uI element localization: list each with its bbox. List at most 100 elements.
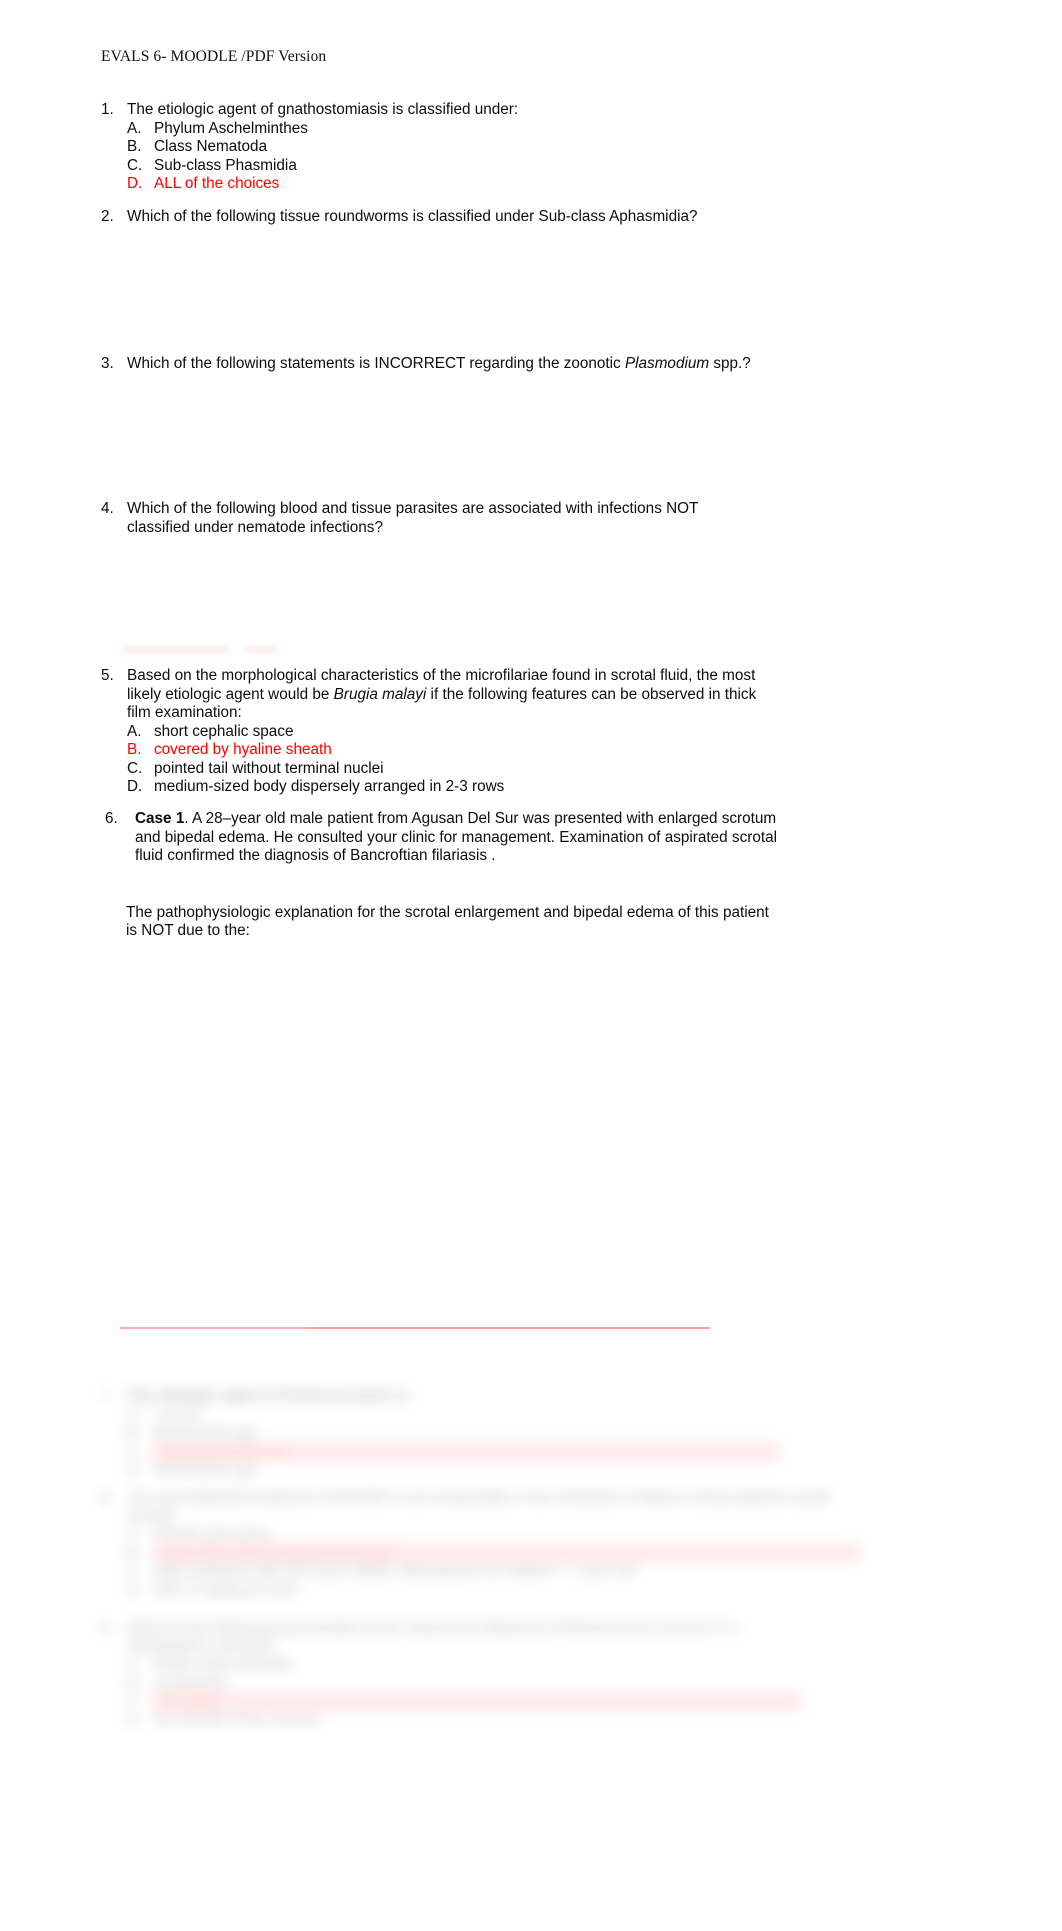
question-6-stem: 6. Case 1. A 28–year old male patient fr…	[105, 810, 785, 866]
question-5-choices: A. short cephalic space B. covered by hy…	[127, 723, 773, 797]
choice-text: doxycycline with a triple dose therapy	[154, 1543, 861, 1563]
question-3: 3. Which of the following statements is …	[101, 355, 1001, 374]
redacted-choice-item: A. lymph node aspirates	[127, 1655, 801, 1674]
choice-item[interactable]: A. short cephalic space	[127, 723, 773, 742]
choice-text: medium-sized body dispersely arranged in…	[154, 778, 505, 795]
question-4-stem: 4. Which of the following blood and tiss…	[101, 500, 731, 537]
choice-text: Loa loa	[154, 1406, 202, 1423]
redacted-region: 7. The etiologic agent of Onchocerciasis…	[0, 1300, 1062, 1931]
choice-text: Sub-class Phasmidia	[154, 156, 297, 174]
choice-text: skin snips	[154, 1692, 801, 1711]
question-3-stem: 3. Which of the following statements is …	[101, 355, 1001, 374]
choice-text: lymph node aspirates	[154, 1656, 293, 1673]
choice-text: ALL/NONE of the choices	[154, 1711, 321, 1728]
question-6-number: 6.	[105, 810, 118, 827]
choice-letter: A.	[127, 119, 142, 137]
choice-text: Mansonella spp.	[154, 1425, 261, 1442]
case-label: Case 1	[135, 810, 185, 827]
redacted-choice-item: C. daily treatment with 200 mg in adults…	[127, 1562, 861, 1581]
choice-item-correct[interactable]: D. ALL of the choices	[127, 175, 921, 194]
choice-letter: B.	[127, 138, 142, 155]
question-1-text: The etiologic agent of gnathostomiasis i…	[127, 101, 519, 118]
redacted-content: 7. The etiologic agent of Onchocerciasis…	[0, 1300, 1062, 1931]
redacted-question-9-stem: 9. Which of the following drug samples i…	[101, 1620, 801, 1655]
choice-letter: C.	[127, 1443, 142, 1460]
choice-text: ALL of the choices	[154, 175, 280, 192]
ghost-mark	[122, 647, 230, 652]
choice-text: scrotal fluid	[154, 1674, 228, 1691]
question-2: 2. Which of the following tissue roundwo…	[101, 208, 961, 227]
choice-letter: C.	[127, 1693, 142, 1710]
question-6-followup: The pathophysiologic explanation for the…	[126, 903, 769, 940]
choice-letter: B.	[127, 741, 142, 758]
choice-item-correct[interactable]: B. covered by hyaline sheath	[127, 741, 773, 760]
question-2-stem: 2. Which of the following tissue roundwo…	[101, 208, 961, 227]
question-1: 1. The etiologic agent of gnathostomiasi…	[101, 101, 921, 194]
choice-item[interactable]: C. Sub-class Phasmidia	[127, 157, 921, 176]
ghost-mark	[246, 647, 278, 652]
question-6: 6. Case 1. A 28–year old male patient fr…	[105, 810, 785, 941]
redacted-question-number: 8.	[101, 1490, 114, 1507]
question-3-text-part1: Which of the following statements is INC…	[127, 355, 625, 372]
choice-text: DEC 6 mg/kg per year	[154, 1581, 299, 1598]
redacted-choice-item-correct: C. skin snips	[127, 1692, 801, 1711]
redacted-choice-item: B. Mansonella spp.	[127, 1424, 781, 1443]
choice-text: pointed tail without terminal nuclei	[154, 759, 384, 777]
choice-letter: B.	[127, 1544, 141, 1561]
redacted-choice-item: A. Loa loa	[127, 1406, 781, 1425]
choice-letter: B.	[127, 1674, 141, 1691]
redacted-choice-item: D. Wuchereria spp.	[127, 1461, 781, 1480]
choice-item[interactable]: A. Phylum Aschelminthes	[127, 120, 921, 139]
choice-text: Wuchereria spp.	[154, 1462, 260, 1479]
redacted-choice-item: D. DEC 6 mg/kg per year	[127, 1581, 861, 1600]
choice-letter: A.	[127, 1526, 141, 1543]
choice-letter: A.	[127, 1406, 141, 1423]
choice-text: Phylum Aschelminthes	[154, 119, 308, 137]
choice-text: short cephalic space	[154, 722, 294, 740]
redacted-question-8-stem: 8. The anti-wolbachia treatment of EITHE…	[101, 1490, 861, 1525]
redacted-question-number: 7.	[101, 1388, 114, 1405]
choice-letter: D.	[127, 1711, 142, 1728]
redacted-choices: A. Loa loa B. Mansonella spp. C. Onchoce…	[127, 1406, 781, 1480]
redacted-choices: A. lymph node aspirates B. scrotal fluid…	[127, 1655, 801, 1729]
question-3-text: Which of the following statements is INC…	[127, 355, 1001, 374]
redacted-question-text: The anti-wolbachia treatment of EITHER a…	[127, 1490, 830, 1524]
choice-item[interactable]: B. Class Nematoda	[127, 138, 921, 157]
redacted-question-number: 9.	[101, 1620, 114, 1637]
redacted-choice-item: B. scrotal fluid	[127, 1674, 801, 1693]
choice-letter: D.	[127, 1581, 142, 1598]
question-1-stem: 1. The etiologic agent of gnathostomiasi…	[101, 101, 921, 120]
question-6-body: . A 28–year old male patient from Agusan…	[135, 810, 777, 864]
redacted-choice-item-correct: B. doxycycline with a triple dose therap…	[127, 1543, 861, 1563]
question-2-number: 2.	[101, 208, 114, 225]
question-4-number: 4.	[101, 500, 114, 517]
choice-item[interactable]: D. medium-sized body dispersely arranged…	[127, 778, 773, 797]
redacted-question-8: 8. The anti-wolbachia treatment of EITHE…	[101, 1490, 861, 1599]
redacted-question-text: The etiologic agent of Onchocerciasis is…	[127, 1388, 412, 1404]
question-3-text-italic: Plasmodium	[624, 355, 710, 372]
question-4: 4. Which of the following blood and tiss…	[101, 500, 731, 537]
redacted-choice-item: D. ALL/NONE of the choices	[127, 1711, 801, 1730]
question-5-number: 5.	[101, 667, 114, 684]
redacted-choices: A. Double dose drug B. doxycycline with …	[127, 1525, 861, 1599]
redaction-rule	[120, 1327, 710, 1329]
choice-item[interactable]: C. pointed tail without terminal nuclei	[127, 760, 773, 779]
redaction-rule	[310, 1327, 710, 1329]
redacted-question-7-stem: 7. The etiologic agent of Onchocerciasis…	[101, 1388, 781, 1406]
question-6-text: Case 1. A 28–year old male patient from …	[135, 810, 785, 866]
choice-text: Double dose drug	[154, 1526, 270, 1543]
choice-letter: D.	[127, 778, 143, 795]
redacted-choice-item: A. Double dose drug	[127, 1525, 861, 1544]
question-4-text: Which of the following blood and tissue …	[127, 500, 699, 536]
question-2-text: Which of the following tissue roundworms…	[127, 208, 698, 225]
question-1-number: 1.	[101, 101, 114, 118]
choice-letter: B.	[127, 1425, 141, 1442]
choice-letter: A.	[127, 1656, 141, 1673]
question-3-text-part2: spp.?	[709, 355, 751, 372]
choice-letter: D.	[127, 1462, 142, 1479]
choice-letter: C.	[127, 759, 143, 777]
question-5: 5. Based on the morphological characteri…	[101, 667, 773, 797]
choice-text: Onchocerca volvulus	[154, 1442, 781, 1462]
document-header: EVALS 6- MOODLE /PDF Version	[101, 48, 327, 65]
question-5-stem: 5. Based on the morphological characteri…	[101, 667, 773, 723]
